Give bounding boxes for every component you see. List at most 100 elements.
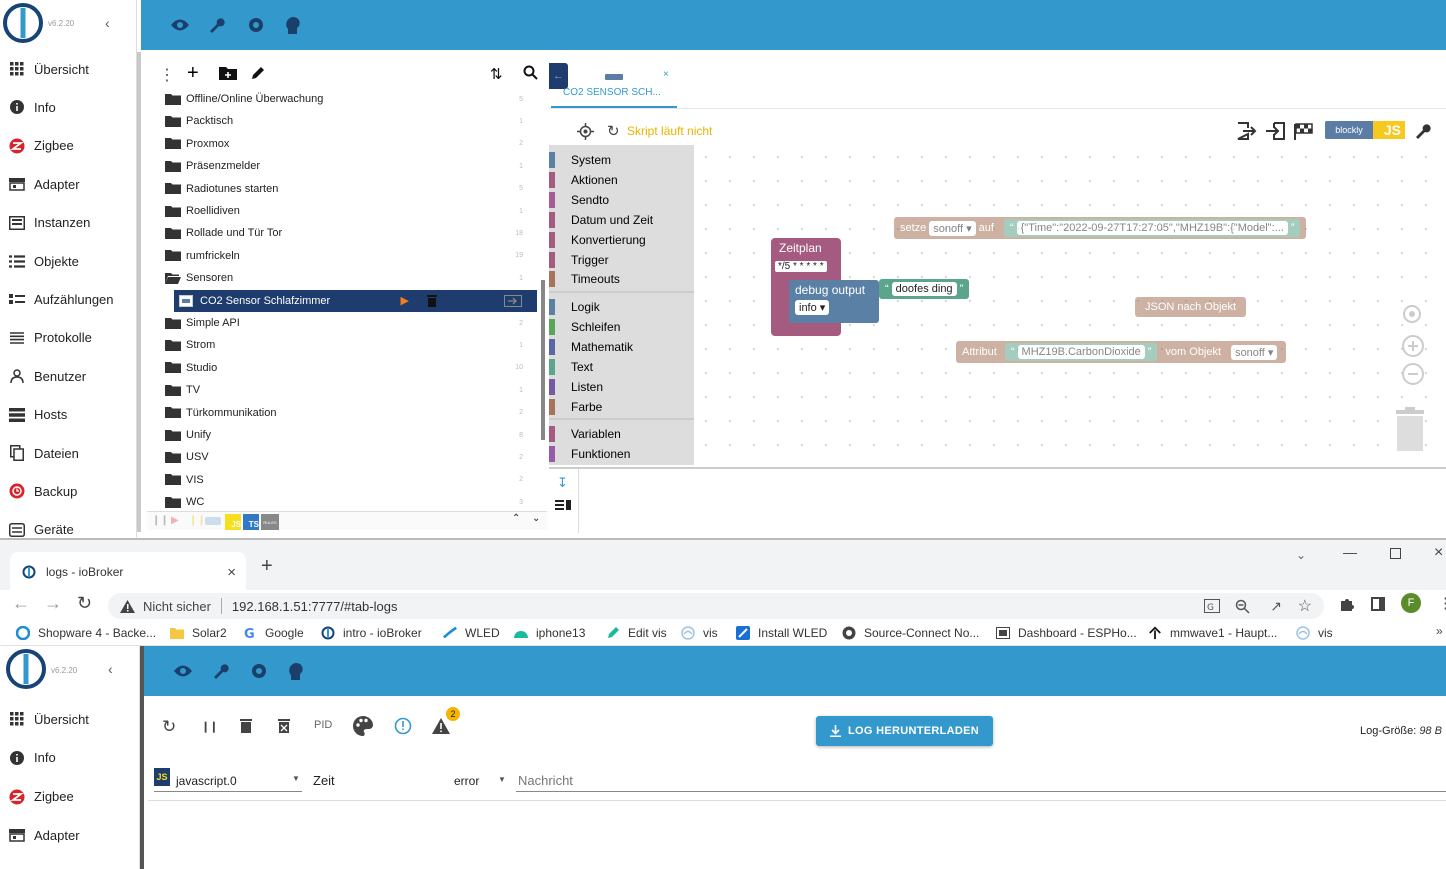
toolbox-category-text[interactable]: Text	[549, 357, 694, 377]
tree-row[interactable]: Radiotunes starten 5	[147, 178, 537, 200]
toolbox-category-system[interactable]: System	[549, 150, 694, 170]
zoom-out-icon[interactable]	[1401, 362, 1425, 386]
check-flag-icon[interactable]	[1294, 123, 1314, 140]
refresh-icon[interactable]: ↻	[162, 717, 176, 737]
blockly-badge-icon[interactable]	[205, 517, 221, 525]
pause-icon[interactable]: ❙❙	[152, 515, 169, 526]
tree-row[interactable]: Offline/Online Überwachung 5	[147, 88, 537, 110]
bookmark-source-connect-no[interactable]: Source-Connect No...	[842, 624, 979, 642]
target-instance-icon[interactable]	[577, 123, 594, 140]
delete-script-icon[interactable]	[427, 294, 437, 307]
zoom-icon[interactable]	[1235, 599, 1250, 614]
bookmark-intro-iobroker[interactable]: intro - ioBroker	[321, 624, 422, 642]
sidebar-item-backup[interactable]: Backup	[0, 476, 137, 506]
debug-text-block[interactable]: “doofes ding”	[879, 279, 970, 299]
tree-row[interactable]: Rollade und Tür Tor 18	[147, 222, 537, 244]
wrench-icon[interactable]	[206, 646, 234, 696]
browser-tab-logs[interactable]: logs - ioBroker ×	[10, 552, 246, 592]
toolbox-category-funktionen[interactable]: Funktionen	[549, 444, 694, 464]
tree-row[interactable]: Türkommunikation 2	[147, 402, 537, 424]
run-script-icon[interactable]: ▶	[401, 294, 409, 307]
warning-filter-icon[interactable]	[432, 718, 450, 734]
bookmark-install-wled[interactable]: Install WLED	[736, 624, 827, 642]
import-icon[interactable]	[1265, 122, 1285, 140]
tree-row[interactable]: Proxmox 2	[147, 133, 537, 155]
bookmark-star-icon[interactable]: ☆	[1298, 596, 1312, 616]
sidebar-item-info[interactable]: Info	[0, 92, 137, 122]
eye-icon[interactable]	[169, 646, 197, 696]
trash-icon[interactable]	[1394, 407, 1426, 451]
sidebar-item-dateien[interactable]: Dateien	[0, 438, 137, 468]
collapse-sidebar-button[interactable]: ‹	[108, 661, 113, 677]
tree-row[interactable]: Packtisch 1	[147, 110, 537, 132]
cron-field[interactable]: */5 * * * * *	[775, 261, 827, 272]
reload-icon[interactable]: ↻	[77, 593, 92, 614]
sidebar-item-zigbee[interactable]: Zigbee	[0, 782, 137, 812]
toolbox-category-logik[interactable]: Logik	[549, 297, 694, 317]
js-badge[interactable]: JS	[225, 514, 241, 530]
bookmark-google[interactable]: G Google	[243, 624, 304, 642]
sort-icon[interactable]: ⇅	[490, 65, 503, 83]
bookmark-iphone13[interactable]: iphone13	[514, 624, 585, 642]
export-script-icon[interactable]	[504, 294, 522, 307]
sidebar-item-zigbee[interactable]: Zigbee	[0, 131, 137, 161]
collapse-all-icon[interactable]: ⌄	[532, 513, 540, 524]
palette-icon[interactable]	[352, 715, 374, 737]
setze-block[interactable]: setze sonoff ▾ auf “{"Time":"2022-09-27T…	[894, 217, 1307, 239]
tree-row[interactable]: Roellidiven 1	[147, 200, 537, 222]
search-icon[interactable]	[523, 65, 538, 80]
debug-output-block[interactable]: debug output info ▾	[789, 280, 879, 323]
attribut-block[interactable]: Attribut “MHZ19B.CarbonDioxide” vom Obje…	[956, 341, 1287, 363]
bookmark-solar2[interactable]: Solar2	[170, 624, 227, 642]
tree-scrollbar[interactable]	[541, 280, 545, 440]
more-bookmarks-icon[interactable]: »	[1436, 624, 1443, 638]
blockly-mode-toggle[interactable]: blockly	[1325, 121, 1373, 139]
tree-row[interactable]: VIS 2	[147, 469, 537, 491]
translate-icon[interactable]: G	[1204, 599, 1220, 613]
sidebar-item-protokolle[interactable]: Protokolle	[0, 323, 137, 353]
sidebar-item-instanzen[interactable]: Instanzen	[0, 208, 137, 238]
forward-icon[interactable]: →	[44, 593, 62, 614]
blockly-workspace[interactable]: setze sonoff ▾ auf “{"Time":"2022-09-27T…	[694, 145, 1446, 465]
tree-row-selected-script[interactable]: CO2 Sensor Schlafzimmer ▶	[174, 289, 537, 312]
bookmark-edit-vis[interactable]: Edit vis	[606, 624, 667, 642]
sidebar-item-hosts[interactable]: Hosts	[0, 400, 137, 430]
download-log-button[interactable]: LOG HERUNTERLADEN	[816, 716, 993, 746]
tree-row[interactable]: rumfrickeln 19	[147, 245, 537, 267]
chrome-menu-icon[interactable]: ⋮	[1438, 594, 1446, 612]
toolbox-category-variablen[interactable]: Variablen	[549, 424, 694, 444]
tab-search-icon[interactable]: ⌄	[1296, 548, 1306, 562]
wrench-icon[interactable]	[202, 0, 230, 50]
close-window-icon[interactable]: ×	[1434, 544, 1443, 562]
pid-toggle[interactable]: PID	[314, 719, 332, 731]
tree-row[interactable]: Unify 8	[147, 424, 537, 446]
gear-icon[interactable]	[245, 646, 273, 696]
toolbox-category-sendto[interactable]: Sendto	[549, 190, 694, 210]
setze-target-dropdown[interactable]: sonoff ▾	[929, 220, 976, 236]
sidebar-item-adapter[interactable]: Adapter	[0, 169, 137, 199]
extensions-icon[interactable]	[1339, 596, 1355, 612]
tree-row[interactable]: Simple API 2	[147, 312, 537, 334]
maximize-icon[interactable]	[1390, 548, 1401, 559]
close-tab-icon[interactable]: ×	[663, 69, 669, 80]
bookmark-mmwave1-haupt[interactable]: mmwave1 - Haupt...	[1148, 624, 1277, 642]
sidebar-scrollbar[interactable]	[137, 52, 141, 532]
recenter-icon[interactable]	[1401, 303, 1423, 325]
eye-icon[interactable]	[166, 0, 194, 50]
back-icon[interactable]: ←	[12, 593, 30, 614]
tree-row[interactable]: Studio 10	[147, 357, 537, 379]
play-icon[interactable]: ▶	[171, 515, 179, 526]
tree-row[interactable]: Sensoren 1	[147, 267, 537, 289]
lines-icon[interactable]	[555, 499, 571, 511]
edit-pencil-icon[interactable]	[250, 65, 266, 81]
ts-badge[interactable]: TS	[243, 514, 259, 530]
sidebar-item-übersicht[interactable]: Übersicht	[0, 54, 137, 84]
message-filter-input[interactable]: Nachricht	[516, 768, 1446, 792]
tree-row[interactable]: Strom 1	[147, 334, 537, 356]
new-tab-button[interactable]: +	[261, 555, 273, 578]
toolbox-category-trigger[interactable]: Trigger	[549, 250, 694, 270]
restart-icon[interactable]: ↻	[607, 122, 620, 140]
add-folder-icon[interactable]	[219, 66, 237, 80]
share-icon[interactable]: ↗	[1270, 598, 1282, 615]
json-text-block[interactable]: “{"Time":"2022-09-27T17:27:05","MHZ19B":…	[1003, 219, 1301, 237]
